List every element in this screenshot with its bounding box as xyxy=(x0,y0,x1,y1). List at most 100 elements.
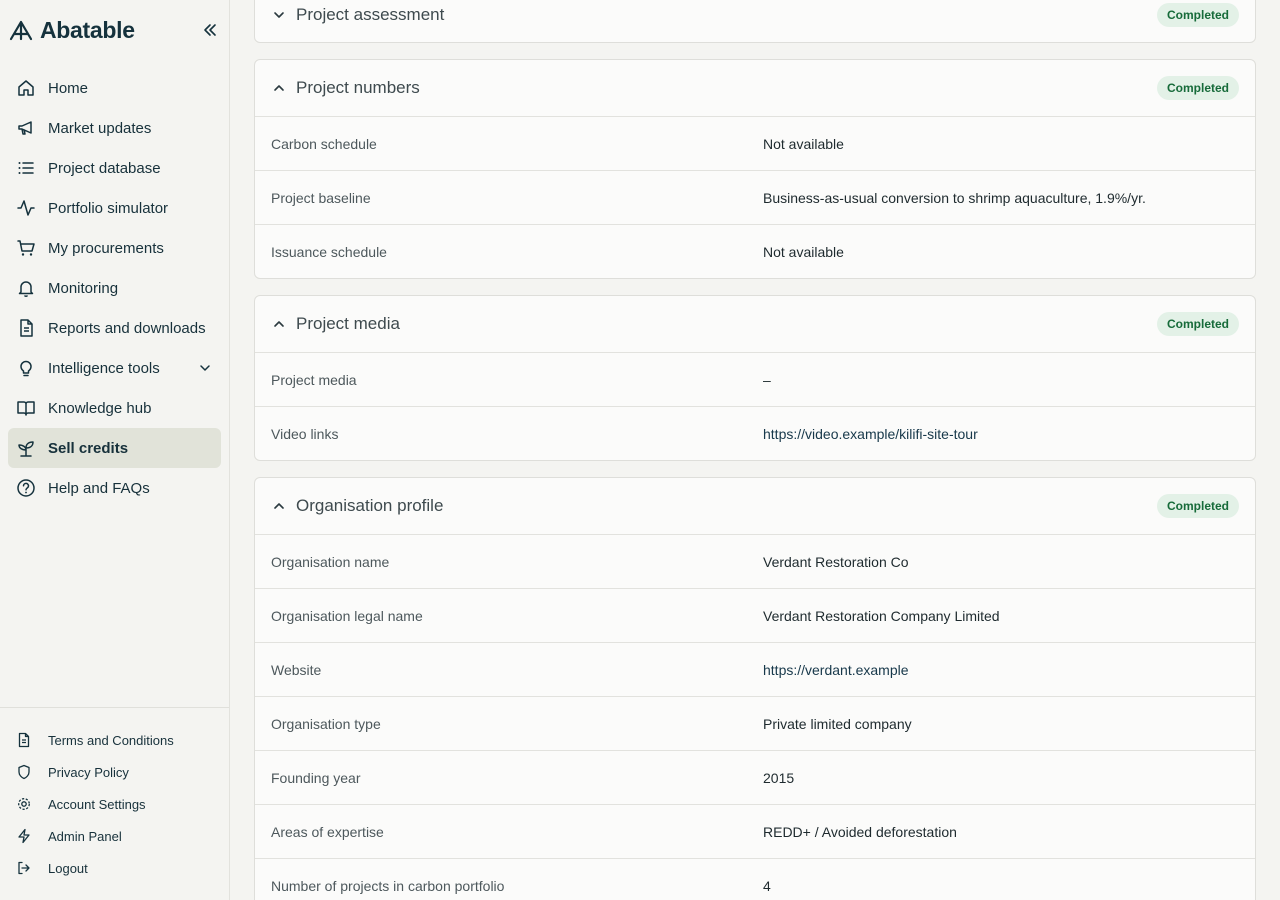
nav-label: Knowledge hub xyxy=(48,399,152,417)
footer-item-admin-panel[interactable]: Admin Panel xyxy=(8,820,221,852)
row-label: Website xyxy=(271,661,322,678)
detail-row: Carbon schedule Not available xyxy=(255,116,1255,170)
detail-row: Video links https://video.example/kilifi… xyxy=(255,406,1255,460)
detail-row: Number of projects in carbon portfolio 4 xyxy=(255,858,1255,900)
chevron-up-icon xyxy=(271,498,287,514)
row-label: Founding year xyxy=(271,769,361,786)
section-header[interactable]: Project assessment Completed xyxy=(255,0,1255,42)
row-label: Areas of expertise xyxy=(271,823,384,840)
row-label: Carbon schedule xyxy=(271,135,377,152)
double-chevron-left-icon xyxy=(204,24,216,36)
detail-row: Website https://verdant.example xyxy=(255,642,1255,696)
row-value: Not available xyxy=(763,243,844,260)
document-icon xyxy=(16,318,36,338)
nav-label: Sell credits xyxy=(48,439,129,457)
footer-item-account-settings[interactable]: Account Settings xyxy=(8,788,221,820)
list-icon xyxy=(16,158,36,178)
bell-icon xyxy=(16,278,36,298)
nav-item-market-updates[interactable]: Market updates xyxy=(8,108,221,148)
help-icon xyxy=(16,478,36,498)
nav-item-intelligence-tools[interactable]: Intelligence tools xyxy=(8,348,221,388)
nav-label: Monitoring xyxy=(48,279,119,297)
nav-item-portfolio-simulator[interactable]: Portfolio simulator xyxy=(8,188,221,228)
footer-label: Terms and Conditions xyxy=(48,732,174,748)
footer-nav: Terms and Conditions Privacy Policy Acco… xyxy=(8,724,221,884)
row-value: 2015 xyxy=(763,769,795,786)
detail-row: Organisation name Verdant Restoration Co xyxy=(255,534,1255,588)
status-badge: Completed xyxy=(1156,494,1239,518)
abatable-logo-icon xyxy=(8,17,34,43)
status-badge: Completed xyxy=(1156,76,1239,100)
footer-label: Privacy Policy xyxy=(48,764,129,780)
activity-icon xyxy=(16,198,36,218)
row-value: 4 xyxy=(763,877,771,894)
collapse-sidebar-button[interactable] xyxy=(200,20,220,40)
video-link[interactable]: https://video.example/kilifi-site-tour xyxy=(763,426,978,442)
section-project-media: Project media Completed Project media – … xyxy=(254,295,1256,461)
footer-label: Admin Panel xyxy=(48,828,122,844)
nav-item-my-procurements[interactable]: My procurements xyxy=(8,228,221,268)
chevron-down-icon[interactable] xyxy=(197,360,213,376)
row-label: Video links xyxy=(271,425,339,442)
detail-row: Organisation legal name Verdant Restorat… xyxy=(255,588,1255,642)
nav-item-home[interactable]: Home xyxy=(8,68,221,108)
brand-name: Abatable xyxy=(40,16,135,43)
row-value: REDD+ / Avoided deforestation xyxy=(763,823,957,840)
detail-row: Issuance schedule Not available xyxy=(255,224,1255,278)
footer-item-privacy[interactable]: Privacy Policy xyxy=(8,756,221,788)
nav-item-reports-and-downloads[interactable]: Reports and downloads xyxy=(8,308,221,348)
shield-icon xyxy=(16,764,32,780)
gear-icon xyxy=(16,796,32,812)
nav-item-monitoring[interactable]: Monitoring xyxy=(8,268,221,308)
chevron-up-icon xyxy=(271,316,287,332)
section-header[interactable]: Organisation profile Completed xyxy=(255,478,1255,534)
logo[interactable]: Abatable xyxy=(8,14,222,46)
section-title: Project numbers xyxy=(296,78,420,97)
footer-item-terms[interactable]: Terms and Conditions xyxy=(8,724,221,756)
nav-item-project-database[interactable]: Project database xyxy=(8,148,221,188)
row-label: Organisation legal name xyxy=(271,607,423,624)
nav-item-knowledge-hub[interactable]: Knowledge hub xyxy=(8,388,221,428)
website-link[interactable]: https://verdant.example xyxy=(763,662,909,678)
cart-icon xyxy=(16,238,36,258)
row-value: Not available xyxy=(763,135,844,152)
nav-label: Help and FAQs xyxy=(48,479,150,497)
status-badge: Completed xyxy=(1156,3,1239,27)
status-badge: Completed xyxy=(1156,312,1239,336)
detail-row: Project media – xyxy=(255,352,1255,406)
sidebar-divider xyxy=(0,707,229,708)
main-content: Project assessment Completed Project num… xyxy=(254,0,1256,900)
section-project-numbers: Project numbers Completed Carbon schedul… xyxy=(254,59,1256,279)
row-value: Business-as-usual conversion to shrimp a… xyxy=(763,189,1146,206)
nav-item-help-and-faqs[interactable]: Help and FAQs xyxy=(8,468,221,508)
nav-item-sell-credits[interactable]: Sell credits xyxy=(8,428,221,468)
row-value: – xyxy=(763,371,771,388)
section-title: Organisation profile xyxy=(296,496,444,515)
row-label: Project baseline xyxy=(271,189,371,206)
nav-label: Home xyxy=(48,79,89,97)
detail-row: Organisation type Private limited compan… xyxy=(255,696,1255,750)
book-icon xyxy=(16,398,36,418)
nav-label: Market updates xyxy=(48,119,152,137)
document-icon xyxy=(16,732,32,748)
detail-row: Areas of expertise REDD+ / Avoided defor… xyxy=(255,804,1255,858)
nav-label: Portfolio simulator xyxy=(48,199,169,217)
section-header[interactable]: Project media Completed xyxy=(255,296,1255,352)
sprout-icon xyxy=(16,438,36,458)
row-label: Project media xyxy=(271,371,357,388)
logout-icon xyxy=(16,860,32,876)
detail-row: Founding year 2015 xyxy=(255,750,1255,804)
section-title: Project media xyxy=(296,314,400,333)
row-label: Issuance schedule xyxy=(271,243,387,260)
row-value: Verdant Restoration Company Limited xyxy=(763,607,1000,624)
section-header[interactable]: Project numbers Completed xyxy=(255,60,1255,116)
footer-label: Logout xyxy=(48,860,88,876)
section-title: Project assessment xyxy=(296,5,445,24)
home-icon xyxy=(16,78,36,98)
row-value: Verdant Restoration Co xyxy=(763,553,909,570)
chevron-down-icon xyxy=(271,7,287,23)
detail-row: Project baseline Business-as-usual conve… xyxy=(255,170,1255,224)
sidebar: Abatable Home Market updates Project dat… xyxy=(0,0,230,900)
footer-item-logout[interactable]: Logout xyxy=(8,852,221,884)
row-value: Private limited company xyxy=(763,715,912,732)
